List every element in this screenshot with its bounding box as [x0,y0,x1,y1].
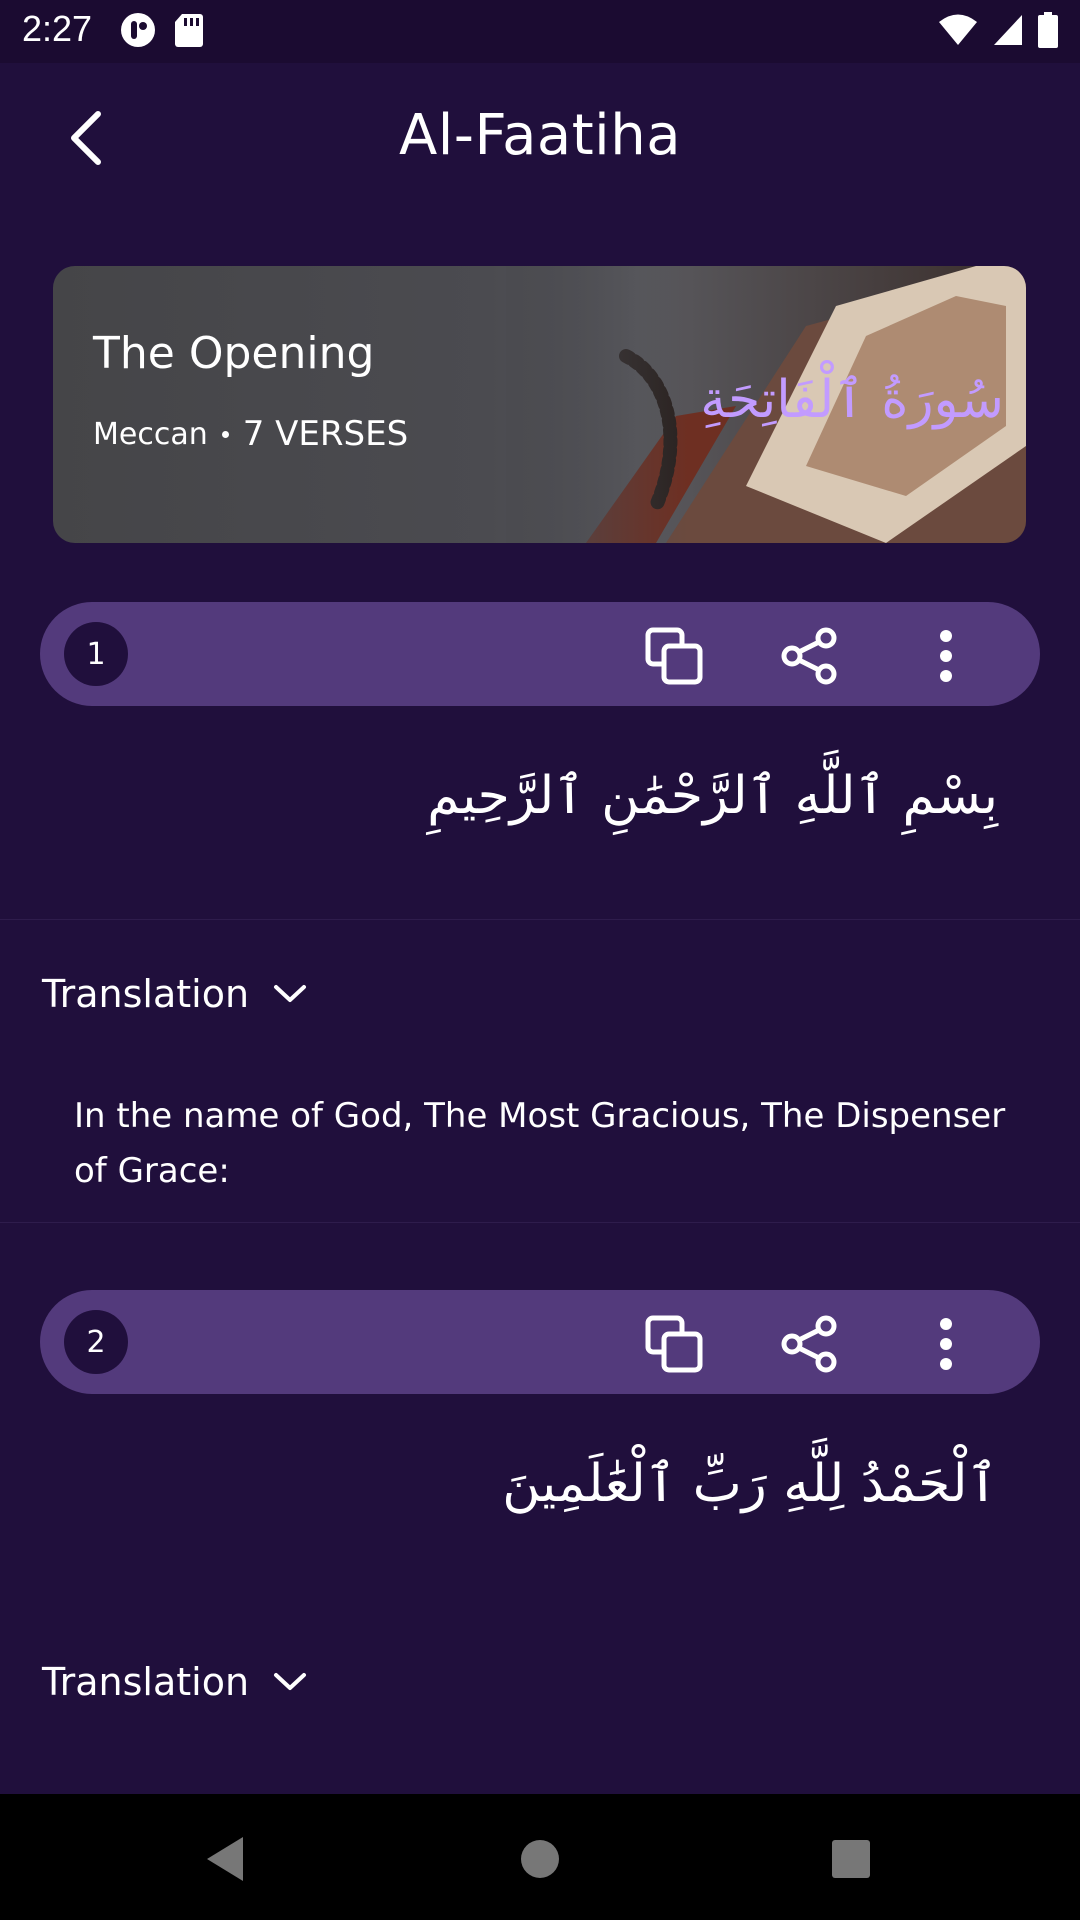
translation-toggle[interactable]: Translation [42,1660,307,1704]
share-button[interactable] [778,1312,842,1376]
app-icon [120,12,156,52]
home-circle-icon [521,1840,559,1878]
more-vertical-icon [940,630,952,682]
revelation-place: Meccan [93,416,208,452]
surah-english-name: The Opening [93,328,375,379]
verse-count: 7 VERSES [242,414,409,454]
share-button[interactable] [778,624,842,688]
recents-square-icon [832,1840,870,1878]
status-bar: 2:27 [0,0,1080,63]
signal-icon [992,13,1024,51]
copy-button[interactable] [642,1312,706,1376]
more-vertical-icon [940,1318,952,1370]
verse-arabic-text: ٱلْحَمْدُ لِلَّهِ رَبِّ ٱلْعَٰلَمِينَ [502,1454,998,1514]
translation-toggle[interactable]: Translation [42,972,307,1016]
copy-icon [645,1315,703,1373]
more-button[interactable] [914,1312,978,1376]
nav-recents-button[interactable] [816,1824,886,1894]
verse-action-bar: 2 [40,1290,1040,1394]
divider [0,1222,1080,1223]
surah-header-card: The Opening Meccan 7 VERSES سُورَةُ ٱلْف… [53,266,1026,543]
surah-meta: Meccan 7 VERSES [93,414,408,454]
sd-card-icon [174,12,204,52]
page-title: Al-Faatiha [398,103,682,168]
battery-icon [1038,12,1058,52]
verse-number: 1 [64,622,128,686]
verse-action-bar: 1 [40,602,1040,706]
share-icon [781,1315,837,1373]
status-time: 2:27 [22,8,93,49]
wifi-icon [938,13,978,51]
system-nav-bar [0,1794,1080,1920]
copy-icon [645,627,703,685]
verse-arabic-text: بِسْمِ ٱللَّهِ ٱلرَّحْمَٰنِ ٱلرَّحِيمِ [427,766,998,826]
nav-back-button[interactable] [190,1824,260,1894]
copy-button[interactable] [642,624,706,688]
more-button[interactable] [914,624,978,688]
chevron-down-icon [274,985,307,1002]
translation-label: Translation [42,1660,250,1704]
translation-label: Translation [42,972,250,1016]
back-triangle-icon [207,1837,243,1881]
surah-arabic-name: سُورَةُ ٱلْفَاتِحَةِ [700,370,1004,430]
divider [0,919,1080,920]
share-icon [781,627,837,685]
translation-text: In the name of God, The Most Gracious, T… [74,1096,1006,1191]
app-bar: Al-Faatiha [0,63,1080,213]
separator-dot [221,430,229,438]
verse-number: 2 [64,1310,128,1374]
chevron-down-icon [274,1673,307,1690]
nav-home-button[interactable] [505,1824,575,1894]
